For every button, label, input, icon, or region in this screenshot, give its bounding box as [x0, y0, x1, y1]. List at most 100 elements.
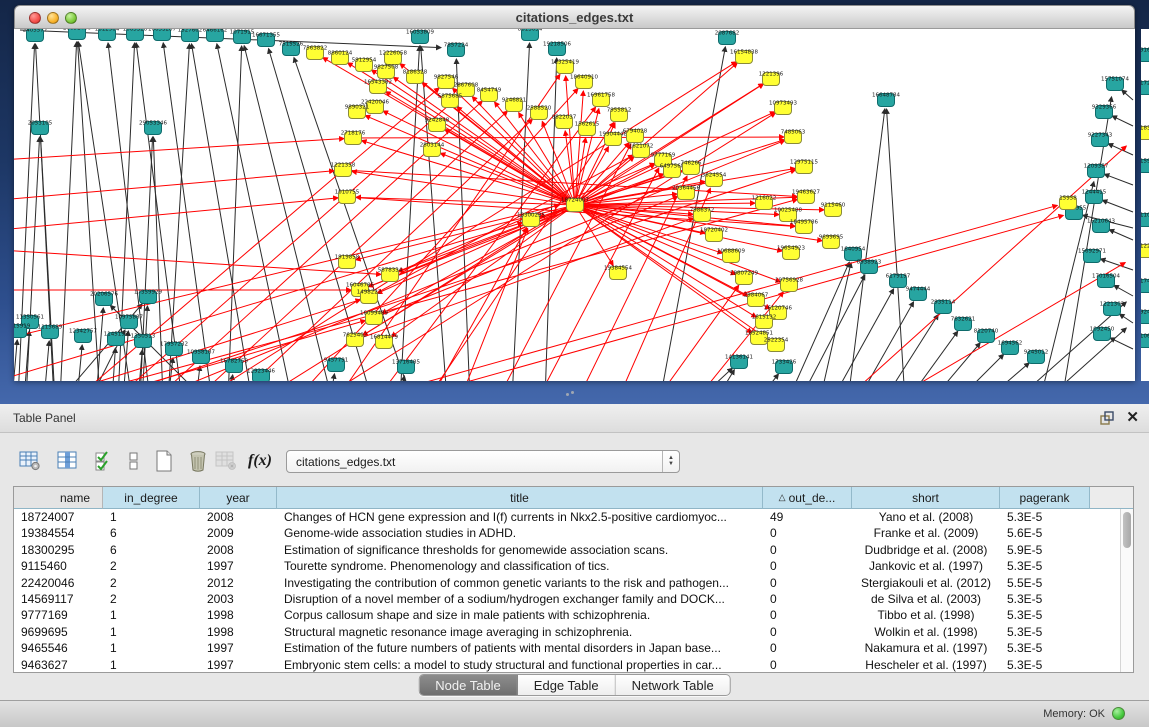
graph-node[interactable]: 2087682 [715, 31, 740, 45]
graph-node[interactable]: 9890321 [345, 105, 370, 119]
graph-node[interactable]: 1115689 [38, 325, 63, 339]
graph-node[interactable]: 8860124 [328, 51, 353, 65]
graph-node[interactable]: 1068 [1141, 334, 1149, 348]
column-header-year[interactable]: year [200, 487, 277, 509]
float-window-icon[interactable] [1099, 410, 1115, 426]
graph-node[interactable]: 1244415 [1082, 190, 1107, 204]
split-pane-handle[interactable] [566, 391, 575, 398]
table-row[interactable]: 1456911722003Disruption of a novel membe… [14, 591, 1120, 607]
graph-node[interactable]: 7625402 [343, 333, 368, 347]
column-header-out-de-[interactable]: △out_de... [763, 487, 852, 509]
graph-node[interactable]: 10688609 [717, 249, 745, 263]
network-canvas[interactable]: 2405572206914061812964106532810653287152… [14, 29, 1135, 381]
graph-node[interactable]: 19384554 [604, 266, 632, 280]
graph-node[interactable]: 2935114 [931, 300, 956, 314]
graph-node[interactable]: 15692971 [1078, 249, 1106, 263]
graph-node[interactable]: 5878334 [378, 268, 403, 282]
graph-node[interactable]: 1919858 [335, 255, 360, 269]
graph-node[interactable]: 1745 [1141, 279, 1149, 293]
graph-node[interactable]: 7485063 [781, 130, 806, 144]
graph-node[interactable]: 7563822 [303, 46, 328, 60]
graph-node[interactable]: 9827508 [374, 65, 399, 79]
graph-node[interactable]: 16154838 [730, 50, 758, 64]
graph-node[interactable]: 9457791 [324, 358, 349, 372]
graph-node[interactable]: 1221 [1141, 244, 1149, 258]
graph-node[interactable]: 10653287 [148, 29, 176, 41]
graph-node[interactable]: 746266 [681, 161, 702, 175]
graph-node[interactable]: 15958 [1059, 196, 1077, 210]
graph-node[interactable]: 1733426 [772, 360, 797, 374]
graph-node[interactable]: 8186328 [403, 70, 428, 84]
graph-node[interactable]: 10975887 [115, 315, 143, 329]
graph-node[interactable]: 1209387 [1084, 164, 1109, 178]
graph-node[interactable]: 9146821 [502, 98, 527, 112]
column-header-in-degree[interactable]: in_degree [103, 487, 200, 509]
graph-node[interactable]: 16648784 [872, 93, 900, 107]
graph-node[interactable]: 1812964 [95, 29, 120, 41]
graph-node[interactable]: 8120740 [974, 329, 999, 343]
graph-node[interactable]: 7986372 [690, 208, 715, 222]
graph-node[interactable]: 2718176 [341, 131, 366, 145]
graph-node[interactable]: 1071915 [230, 30, 255, 44]
graph-node[interactable]: 1221358 [331, 163, 356, 177]
table-row[interactable]: 969969511998Structural magnetic resonanc… [14, 624, 1120, 640]
graph-node[interactable]: 8938923 [857, 260, 882, 274]
graph-node[interactable]: 12342757 [69, 329, 97, 343]
graph-node[interactable]: 1615132 [752, 315, 777, 329]
graph-node[interactable]: 6466162 [203, 29, 228, 42]
table-row[interactable]: 2242004622012Investigating the contribut… [14, 575, 1120, 591]
table-row[interactable]: 1938455462009Genome-wide association stu… [14, 525, 1120, 541]
scrollbar-thumb[interactable] [1123, 512, 1131, 548]
table-settings-icon[interactable] [16, 447, 44, 475]
graph-node[interactable]: 6794028 [623, 129, 648, 143]
graph-node[interactable]: 2522354 [764, 338, 789, 352]
graph-node[interactable]: 1145193 [104, 332, 129, 346]
graph-node[interactable]: 17957232 [160, 342, 188, 356]
graph-node[interactable]: 29053346 [139, 121, 167, 135]
column-header-name[interactable]: name [14, 487, 103, 509]
graph-node[interactable]: 1216022 [752, 196, 777, 210]
graph-node[interactable]: 12325419 [551, 60, 579, 74]
graph-node[interactable]: 12226058 [379, 51, 407, 65]
column-header-pagerank[interactable]: pagerank [1000, 487, 1090, 509]
graph-node[interactable]: 16961758 [587, 93, 615, 107]
graph-node[interactable]: 1834 [1141, 126, 1149, 140]
graph-node[interactable]: 8454749 [477, 88, 502, 102]
column-header-title[interactable]: title [277, 487, 763, 509]
row-height-icon[interactable] [120, 447, 148, 475]
graph-node[interactable]: 8813054 [518, 29, 543, 41]
graph-node[interactable]: 19218506 [543, 42, 571, 56]
graph-node[interactable]: 6179197 [886, 274, 911, 288]
graph-node[interactable]: 9245012 [1024, 350, 1049, 364]
graph-node[interactable]: 17016504 [1092, 274, 1120, 288]
graph-node[interactable]: 2984067 [744, 293, 769, 307]
select-columns-icon[interactable] [90, 447, 118, 475]
function-builder-icon[interactable]: f(x) [246, 447, 274, 475]
column-chooser-icon[interactable] [54, 447, 82, 475]
graph-node[interactable]: 1103 [1141, 213, 1149, 227]
graph-node[interactable]: 9165 [1141, 48, 1149, 62]
graph-node[interactable]: 15751074 [1101, 77, 1129, 91]
graph-node[interactable]: 1221396 [759, 72, 784, 86]
window-titlebar[interactable]: citations_edges.txt [14, 5, 1135, 29]
graph-node[interactable]: 7632621 [951, 317, 976, 331]
graph-node[interactable]: 7955812 [607, 108, 632, 122]
graph-node[interactable]: 7857224 [444, 43, 469, 57]
tab-edge-table[interactable]: Edge Table [518, 675, 616, 695]
graph-node[interactable]: 2053105 [28, 121, 53, 135]
table-row[interactable]: 1830029562008Estimation of significance … [14, 542, 1120, 558]
graph-node[interactable]: 20691406 [63, 29, 91, 40]
graph-node[interactable]: 1694562 [998, 341, 1023, 355]
graph-node[interactable]: 8822037 [552, 115, 577, 129]
graph-node[interactable]: 1640954 [841, 247, 866, 261]
graph-node[interactable]: 5875685 [438, 94, 463, 108]
graph-node[interactable]: 1221303 [1100, 302, 1125, 316]
graph-node[interactable]: 12923446 [247, 369, 275, 382]
graph-node[interactable]: 18720402 [700, 228, 728, 242]
graph-node[interactable]: 9115460 [821, 203, 846, 217]
graph-node[interactable]: 3624554 [702, 173, 727, 187]
graph-node[interactable]: 14136141 [725, 355, 753, 369]
graph-node[interactable]: 1498222 [357, 290, 382, 304]
graph-node[interactable]: 1010755 [335, 190, 360, 204]
graph-node[interactable]: 16814479 [370, 335, 398, 349]
